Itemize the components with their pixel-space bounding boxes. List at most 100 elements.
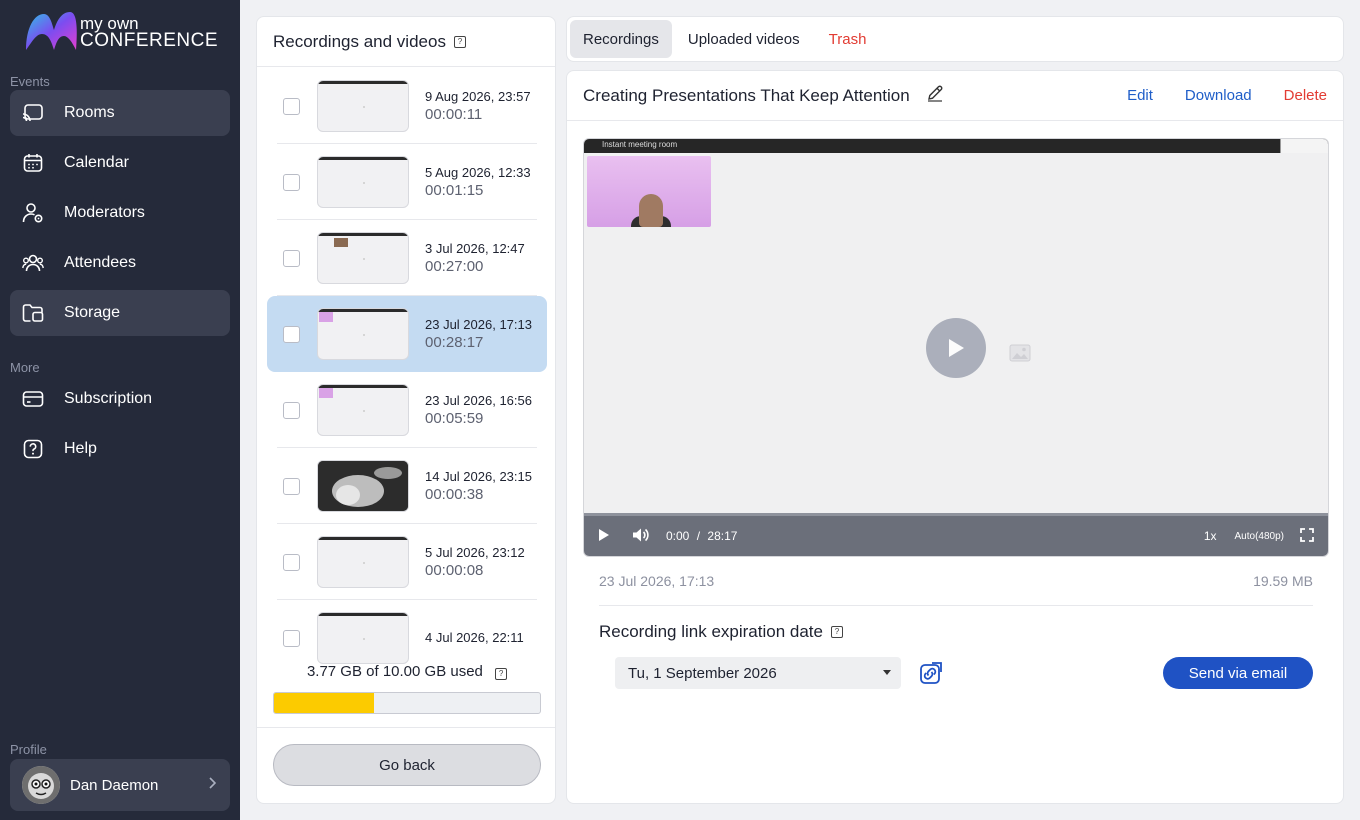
recording-detail: Creating Presentations That Keep Attenti… xyxy=(566,70,1344,804)
fullscreen-icon[interactable] xyxy=(1300,527,1314,545)
playback-speed-button[interactable]: 1x xyxy=(1204,529,1217,543)
list-item[interactable]: 23 Jul 2026, 16:56 00:05:59 xyxy=(267,372,547,448)
sidebar-item-label: Moderators xyxy=(64,204,145,221)
item-duration: 00:00:11 xyxy=(425,106,483,123)
pencil-icon[interactable] xyxy=(926,84,944,107)
logo-mark-icon xyxy=(26,12,77,50)
send-via-email-button[interactable]: Send via email xyxy=(1163,657,1313,689)
video-thumbnail xyxy=(317,384,409,436)
card-icon xyxy=(22,388,44,410)
video-thumbnail xyxy=(317,80,409,132)
section-label-profile: Profile xyxy=(10,742,47,757)
list-item[interactable]: 5 Jul 2026, 23:12 00:00:08 xyxy=(267,524,547,600)
item-checkbox[interactable] xyxy=(283,629,300,647)
sidebar-item-attendees[interactable]: Attendees xyxy=(10,240,230,286)
item-date: 3 Jul 2026, 12:47 xyxy=(425,241,525,256)
tab-trash[interactable]: Trash xyxy=(816,20,880,58)
copy-link-icon[interactable] xyxy=(919,661,943,690)
tabs-bar: Recordings Uploaded videos Trash xyxy=(566,16,1344,62)
video-thumbnail xyxy=(317,612,409,664)
volume-icon[interactable] xyxy=(632,527,650,546)
expiration-date-value: Tu, 1 September 2026 xyxy=(628,664,777,682)
item-date: 4 Jul 2026, 22:11 xyxy=(425,630,524,645)
cast-icon xyxy=(22,102,44,124)
video-thumbnail xyxy=(317,232,409,284)
go-back-button[interactable]: Go back xyxy=(273,744,541,786)
storage-usage-text: 3.77 GB of 10.00 GB used xyxy=(306,663,483,680)
item-duration: 00:27:00 xyxy=(425,258,484,275)
video-thumbnail xyxy=(317,308,409,360)
play-overlay-button[interactable] xyxy=(926,318,986,378)
item-date: 23 Jul 2026, 16:56 xyxy=(425,393,532,408)
sidebar-item-storage[interactable]: Storage xyxy=(10,290,230,336)
edit-button[interactable]: Edit xyxy=(1127,87,1153,104)
sidebar-item-label: Attendees xyxy=(64,254,137,271)
list-item[interactable]: 5 Aug 2026, 12:33 00:01:15 xyxy=(267,144,547,220)
list-item[interactable]: 14 Jul 2026, 23:15 00:00:38 xyxy=(267,448,547,524)
sidebar: my own CONFERENCE Events Rooms Calendar … xyxy=(0,0,240,820)
storage-progress-bar xyxy=(273,692,541,714)
video-room-title: Instant meeting room xyxy=(602,140,678,149)
attendees-icon xyxy=(22,252,44,274)
sidebar-item-moderators[interactable]: Moderators xyxy=(10,190,230,236)
item-duration: 00:00:38 xyxy=(425,486,484,503)
current-time: 0:00 xyxy=(666,529,690,543)
sidebar-item-label: Storage xyxy=(64,304,121,321)
recording-title: Creating Presentations That Keep Attenti… xyxy=(583,85,910,105)
recorded-date: 23 Jul 2026, 17:13 xyxy=(599,573,715,589)
section-label-more: More xyxy=(10,360,40,375)
help-icon[interactable]: ? xyxy=(453,35,466,48)
delete-button[interactable]: Delete xyxy=(1284,87,1327,104)
quality-button[interactable]: Auto(480p) xyxy=(1235,531,1284,542)
download-button[interactable]: Download xyxy=(1185,87,1252,104)
item-date: 5 Jul 2026, 23:12 xyxy=(425,545,525,560)
video-thumbnail xyxy=(317,536,409,588)
profile-name: Dan Daemon xyxy=(70,776,159,794)
tab-recordings[interactable]: Recordings xyxy=(570,20,672,58)
expiration-label: Recording link expiration date xyxy=(599,622,823,641)
item-checkbox[interactable] xyxy=(283,401,300,419)
time-separator: / xyxy=(696,529,701,543)
recordings-panel-title: Recordings and videos xyxy=(273,31,446,51)
calendar-icon xyxy=(22,152,44,174)
video-thumbnail xyxy=(317,156,409,208)
list-item-selected[interactable]: 23 Jul 2026, 17:13 00:28:17 xyxy=(267,296,547,372)
logo[interactable]: my own CONFERENCE xyxy=(24,10,224,56)
item-duration: 00:00:08 xyxy=(425,562,484,579)
list-item[interactable]: 3 Jul 2026, 12:47 00:27:00 xyxy=(267,220,547,296)
folder-icon xyxy=(22,302,44,324)
item-checkbox[interactable] xyxy=(283,249,300,267)
video-thumbnail xyxy=(317,460,409,512)
item-date: 5 Aug 2026, 12:33 xyxy=(425,165,531,180)
play-icon[interactable] xyxy=(598,528,610,545)
item-checkbox[interactable] xyxy=(283,173,300,191)
recordings-panel: Recordings and videos ? 9 Aug 2026, 23:5… xyxy=(256,16,556,804)
expiration-date-select[interactable]: Tu, 1 September 2026 xyxy=(615,657,901,689)
item-duration: 00:01:15 xyxy=(425,182,484,199)
chevron-right-icon xyxy=(208,776,217,794)
moderator-icon xyxy=(22,202,44,224)
item-date: 23 Jul 2026, 17:13 xyxy=(425,317,532,332)
sidebar-item-help[interactable]: Help xyxy=(10,426,230,472)
tab-uploaded-videos[interactable]: Uploaded videos xyxy=(675,20,813,58)
sidebar-item-subscription[interactable]: Subscription xyxy=(10,376,230,422)
recordings-list[interactable]: 9 Aug 2026, 23:57 00:00:11 5 Aug 2026, 1… xyxy=(257,68,555,664)
help-icon[interactable]: ? xyxy=(830,626,843,638)
item-checkbox[interactable] xyxy=(283,553,300,571)
profile-button[interactable]: Dan Daemon xyxy=(10,759,230,811)
storage-progress-fill xyxy=(274,693,375,713)
item-checkbox[interactable] xyxy=(283,97,300,115)
item-checkbox[interactable] xyxy=(283,477,300,495)
video-controls: 0:00 / 28:17 1x Auto(480p) xyxy=(584,516,1328,556)
list-item[interactable]: 9 Aug 2026, 23:57 00:00:11 xyxy=(267,68,547,144)
list-item[interactable]: 4 Jul 2026, 22:11 xyxy=(267,600,547,664)
help-icon[interactable]: ? xyxy=(495,668,508,680)
avatar xyxy=(22,766,60,804)
sidebar-item-rooms[interactable]: Rooms xyxy=(10,90,230,136)
sidebar-item-calendar[interactable]: Calendar xyxy=(10,140,230,186)
item-checkbox[interactable] xyxy=(283,325,300,343)
sidebar-item-label: Subscription xyxy=(64,390,153,407)
sidebar-item-label: Rooms xyxy=(64,104,115,121)
item-date: 9 Aug 2026, 23:57 xyxy=(425,89,531,104)
video-player[interactable]: Instant meeting room 0:00 / 28:17 1x Aut… xyxy=(583,138,1329,557)
